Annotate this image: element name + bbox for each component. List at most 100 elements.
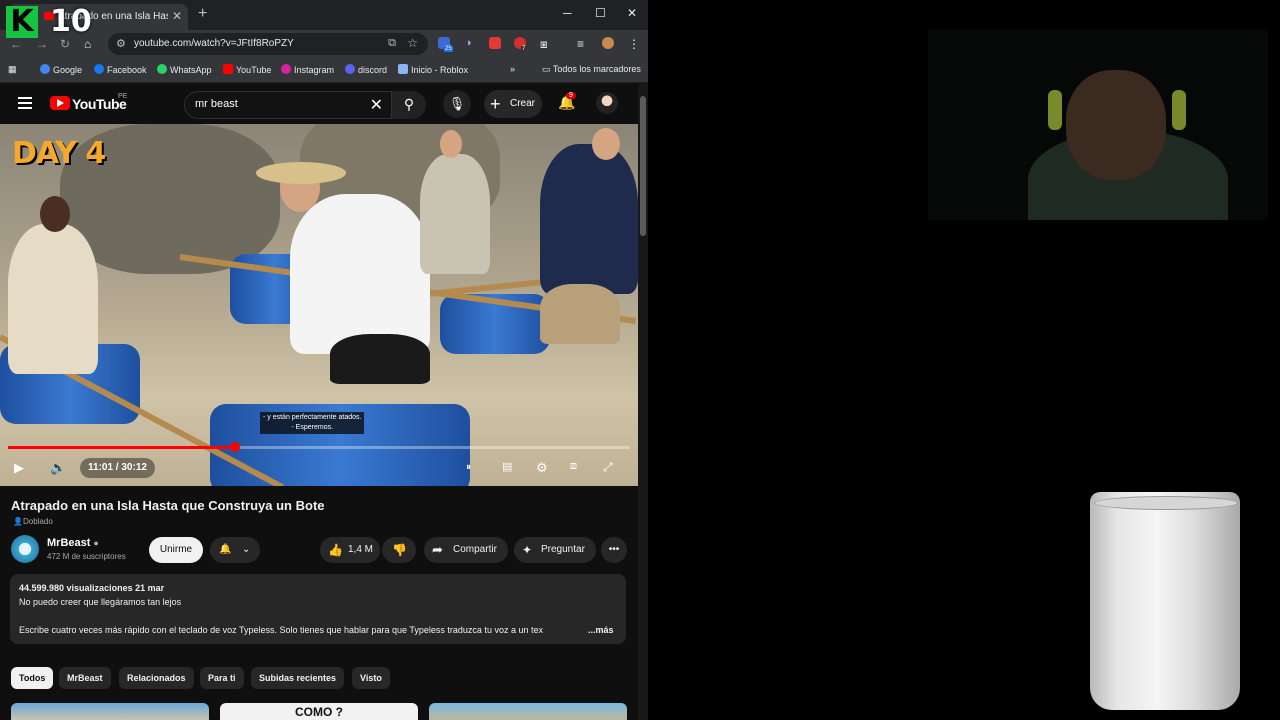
dubbed-badge: 👤Doblado [13, 517, 53, 526]
subscription-bell-button[interactable]: 🔔 ⌄ [210, 537, 260, 563]
youtube-masthead: YouTube PE mr beast ✕ ⚲ 🎙 + Crear 🔔 9 [0, 84, 638, 124]
url-field[interactable]: ⚙ youtube.com/watch?v=JFtIf8RoPZY ⧉ ☆ [108, 33, 428, 55]
like-button[interactable]: 👍 1,4 M [320, 537, 380, 563]
fullscreen-icon[interactable]: ⤢ [603, 460, 613, 475]
account-avatar[interactable] [596, 92, 618, 114]
clear-search-icon[interactable]: ✕ [370, 95, 383, 115]
glass-overlay-image [1090, 492, 1240, 710]
scrollbar-thumb[interactable] [640, 96, 646, 236]
subtitles-icon[interactable]: ▤ [502, 460, 512, 473]
video-player[interactable]: DAY 4 - y están perfectamente atados. - … [0, 124, 638, 486]
extension-icon[interactable] [489, 37, 501, 49]
back-icon[interactable]: ← [10, 37, 22, 51]
headset-icon [1048, 90, 1062, 130]
subtitle-caption: - y están perfectamente atados. - Espere… [260, 412, 365, 434]
mic-icon: 🎙 [448, 96, 466, 111]
video-frame-person [540, 144, 638, 294]
page-scrollbar[interactable] [638, 84, 648, 720]
bookmark-roblox[interactable]: Inicio - Roblox [398, 64, 468, 75]
bookmark-discord[interactable]: discord [345, 64, 387, 75]
miniplayer-icon[interactable]: ⧈ [570, 460, 577, 473]
chip-recent-uploads[interactable]: Subidas recientes [251, 667, 345, 689]
join-button[interactable]: Unirme [149, 537, 203, 563]
share-button[interactable]: ➦ Compartir [424, 537, 508, 563]
play-icon[interactable]: ▶ [14, 460, 24, 476]
close-window-button[interactable]: ✕ [627, 6, 637, 20]
voice-search-button[interactable]: 🎙 [443, 90, 471, 118]
channel-name[interactable]: MrBeast [47, 537, 90, 549]
browser-menu-icon[interactable]: ⋮ [628, 37, 640, 51]
video-frame-head [440, 130, 462, 158]
description-line: Escribe cuatro veces más rápido con el t… [19, 625, 543, 635]
more-bookmarks-icon[interactable]: » [510, 64, 515, 74]
all-bookmarks-folder[interactable]: ▭ Todos los marcadores [542, 64, 641, 75]
site-info-icon[interactable]: ⚙ [116, 37, 126, 50]
chip-all[interactable]: Todos [11, 667, 54, 689]
bookmark-facebook[interactable]: Facebook [94, 64, 147, 75]
like-count: 1,4 M [348, 544, 374, 555]
profile-avatar[interactable] [602, 37, 614, 49]
caption-line: - y están perfectamente atados. [263, 414, 362, 421]
scrubber-handle[interactable] [230, 442, 241, 452]
bookmark-star-icon[interactable]: ☆ [407, 36, 418, 50]
progress-bar[interactable] [8, 442, 630, 452]
more-actions-button[interactable]: ••• [601, 537, 627, 563]
bookmark-google[interactable]: Google [40, 64, 82, 75]
webcam-face [1066, 70, 1166, 180]
related-video-thumbnail[interactable] [429, 703, 627, 720]
search-button[interactable]: ⚲ [392, 91, 426, 119]
extensions-puzzle-icon[interactable]: ⧆ [540, 37, 552, 51]
extension-badge: 7 [521, 46, 527, 52]
autoplay-toggle-icon[interactable]: ⏸ [466, 462, 471, 473]
bookmark-youtube[interactable]: YouTube [223, 64, 271, 75]
progress-fill [8, 446, 236, 449]
chip-related[interactable]: Relacionados [119, 667, 194, 689]
create-label: Crear [510, 98, 536, 109]
new-tab-button[interactable]: + [198, 5, 207, 23]
youtube-logo-icon[interactable] [50, 96, 70, 110]
chip-watched[interactable]: Visto [352, 667, 390, 689]
install-app-icon[interactable]: ⧉ [388, 37, 396, 50]
media-controls-icon[interactable]: ≡ [577, 37, 589, 51]
menu-icon[interactable] [18, 97, 32, 109]
apps-grid-icon[interactable]: ▦ [8, 64, 17, 75]
browser-window: Atrapado en una Isla Hasta ✕ + ─ ☐ ✕ ← →… [0, 0, 648, 720]
video-frame-head [592, 128, 620, 160]
chip-for-you[interactable]: Para ti [200, 667, 244, 689]
close-tab-icon[interactable]: ✕ [172, 9, 182, 23]
maximize-button[interactable]: ☐ [595, 6, 606, 20]
description-line: No puedo creer que llegáramos tan lejos [19, 597, 182, 607]
time-display: 11:01 / 30:12 [80, 458, 155, 478]
bookmark-instagram[interactable]: Instagram [281, 64, 334, 75]
related-video-thumbnail[interactable] [11, 703, 209, 720]
home-icon[interactable]: ⌂ [84, 37, 91, 51]
folder-icon: ▭ [542, 64, 553, 74]
bookmark-whatsapp[interactable]: WhatsApp [157, 64, 212, 75]
description-box[interactable]: 44.599.980 visualizaciones 21 mar No pue… [10, 574, 626, 644]
video-frame-hat [256, 162, 346, 184]
video-frame-person [290, 194, 430, 354]
view-stats: 44.599.980 visualizaciones 21 mar [19, 583, 165, 593]
minimize-button[interactable]: ─ [563, 6, 572, 20]
volume-icon[interactable]: 🔈 [50, 460, 66, 476]
create-button[interactable]: + Crear [484, 90, 542, 118]
reload-icon[interactable]: ↻ [60, 37, 70, 51]
dislike-button[interactable]: 👎 [382, 537, 416, 563]
channel-name-wrap[interactable]: MrBeast ● [47, 537, 99, 549]
day-overlay-text: DAY 4 [12, 136, 106, 171]
dub-icon: 👤 [13, 517, 23, 526]
chip-mrbeast[interactable]: MrBeast [59, 667, 111, 689]
thumbs-up-icon: 👍 [328, 543, 343, 557]
url-text: youtube.com/watch?v=JFtIf8RoPZY [134, 38, 294, 49]
show-more-link[interactable]: ...más [588, 625, 614, 635]
verified-check-icon: ● [93, 538, 99, 548]
channel-avatar[interactable] [11, 535, 39, 563]
audio-extension-icon[interactable]: ◗ [466, 37, 478, 49]
thumbs-down-icon: 👎 [392, 543, 407, 557]
search-input[interactable]: mr beast ✕ [184, 91, 392, 119]
forward-icon[interactable]: → [36, 37, 48, 51]
headset-icon [1172, 90, 1186, 130]
settings-gear-icon[interactable]: ⚙ [536, 460, 548, 476]
related-video-thumbnail[interactable]: COMO ? [220, 703, 418, 720]
ask-button[interactable]: ✦ Preguntar [514, 537, 596, 563]
